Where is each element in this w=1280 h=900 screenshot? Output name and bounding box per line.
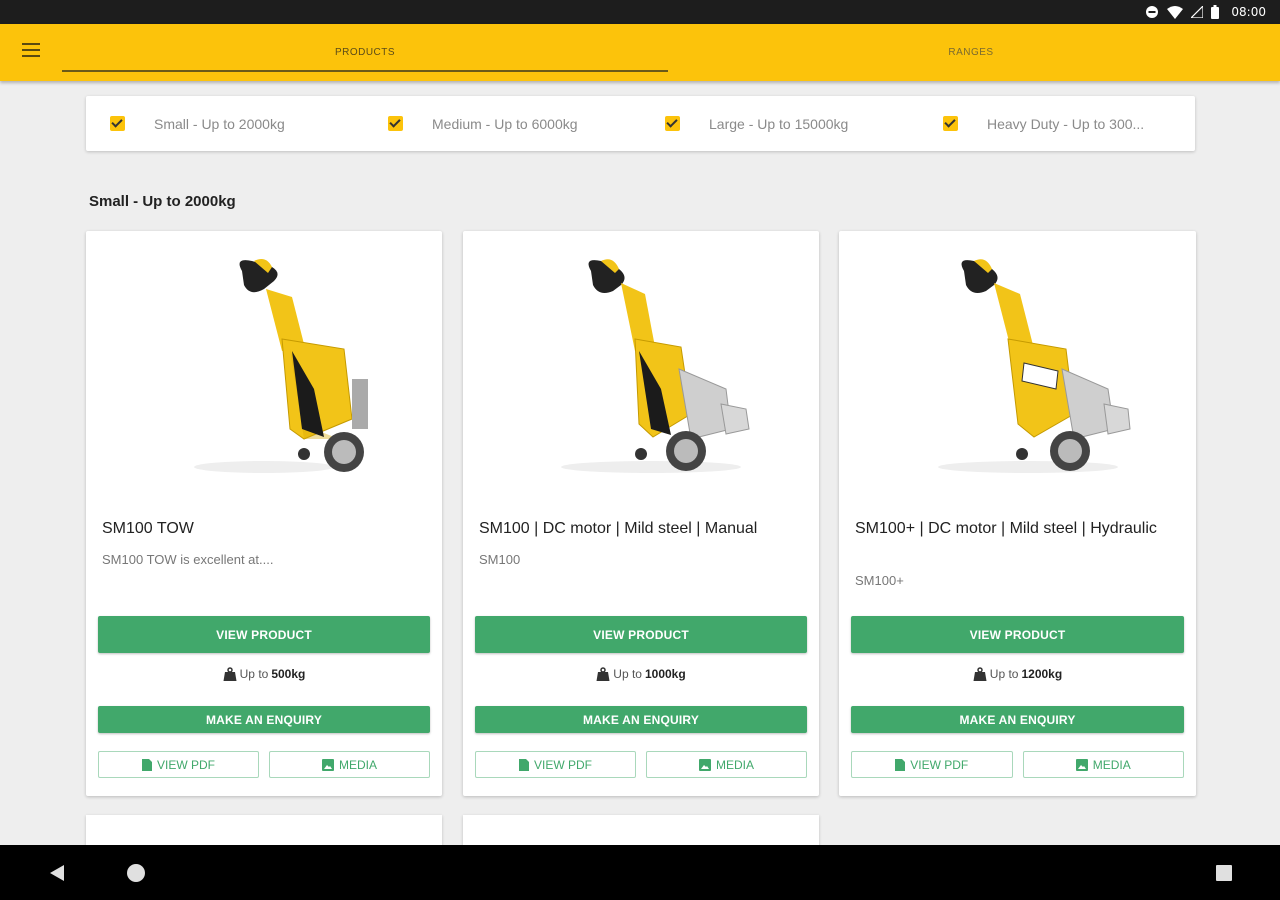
media-label: MEDIA — [715, 757, 754, 772]
range-filter-bar: Small - Up to 2000kg Medium - Up to 6000… — [86, 96, 1195, 151]
battery-icon — [1211, 5, 1220, 19]
checkbox-medium[interactable] — [388, 116, 403, 131]
tab-indicator — [62, 70, 668, 72]
view-pdf-label: VIEW PDF — [533, 757, 592, 772]
secondary-actions: VIEW PDF MEDIA — [475, 751, 807, 778]
product-card: SM100 | DC motor | Mild steel | Manual S… — [463, 231, 819, 796]
document-icon — [518, 758, 529, 771]
back-icon[interactable] — [48, 864, 66, 882]
filter-heavy-duty[interactable]: Heavy Duty - Up to 300... — [943, 96, 1177, 151]
capacity-info: Up to 500kg — [86, 667, 442, 681]
home-icon[interactable] — [127, 864, 145, 882]
product-image — [86, 239, 442, 489]
weight-icon — [223, 667, 237, 681]
signal-icon — [1191, 6, 1204, 18]
product-description: SM100+ — [855, 573, 904, 588]
wifi-icon — [1167, 5, 1184, 19]
image-icon — [321, 758, 334, 771]
product-image — [463, 239, 819, 489]
view-pdf-button[interactable]: VIEW PDF — [98, 751, 259, 778]
product-image — [839, 239, 1196, 489]
document-icon — [141, 758, 152, 771]
view-pdf-label: VIEW PDF — [156, 757, 215, 772]
product-name: SM100+ | DC motor | Mild steel | Hydraul… — [855, 520, 1157, 537]
product-card: SM100 TOW SM100 TOW is excellent at.... … — [86, 231, 442, 796]
make-enquiry-button[interactable]: MAKE AN ENQUIRY — [475, 706, 807, 733]
section-title: Small - Up to 2000kg — [89, 193, 236, 210]
view-product-button[interactable]: VIEW PRODUCT — [98, 616, 430, 653]
filter-medium[interactable]: Medium - Up to 6000kg — [388, 96, 578, 151]
status-time: 08:00 — [1231, 5, 1266, 19]
status-bar: 08:00 — [0, 0, 1280, 24]
make-enquiry-button[interactable]: MAKE AN ENQUIRY — [851, 706, 1184, 733]
product-card: SM100+ | DC motor | Mild steel | Hydraul… — [839, 231, 1196, 796]
recent-apps-icon[interactable] — [1216, 865, 1232, 881]
make-enquiry-button[interactable]: MAKE AN ENQUIRY — [98, 706, 430, 733]
checkbox-large[interactable] — [665, 116, 680, 131]
app-bar: PRODUCTS RANGES — [0, 24, 1280, 81]
product-description: SM100 TOW is excellent at.... — [102, 552, 274, 567]
media-button[interactable]: MEDIA — [1022, 751, 1184, 778]
document-icon — [895, 758, 906, 771]
media-label: MEDIA — [338, 757, 377, 772]
tab-ranges[interactable]: RANGES — [668, 24, 1274, 81]
weight-icon — [596, 667, 610, 681]
menu-icon[interactable] — [22, 43, 42, 59]
capacity-info: Up to 1200kg — [839, 667, 1196, 681]
filter-label: Large - Up to 15000kg — [709, 115, 849, 132]
tab-products[interactable]: PRODUCTS — [62, 24, 668, 81]
view-pdf-button[interactable]: VIEW PDF — [851, 751, 1013, 778]
capacity-value: 1000kg — [644, 667, 686, 681]
media-button[interactable]: MEDIA — [269, 751, 430, 778]
secondary-actions: VIEW PDF MEDIA — [851, 751, 1184, 778]
filter-small[interactable]: Small - Up to 2000kg — [110, 96, 285, 151]
view-product-button[interactable]: VIEW PRODUCT — [475, 616, 807, 653]
capacity-value: 1200kg — [1021, 667, 1063, 681]
capacity-prefix: Up to — [239, 667, 269, 681]
view-product-button[interactable]: VIEW PRODUCT — [851, 616, 1184, 653]
do-not-disturb-icon — [1146, 6, 1159, 18]
system-nav-bar — [0, 845, 1280, 900]
capacity-prefix: Up to — [989, 667, 1019, 681]
image-icon — [698, 758, 711, 771]
image-icon — [1075, 758, 1088, 771]
secondary-actions: VIEW PDF MEDIA — [98, 751, 430, 778]
product-description: SM100 — [479, 552, 521, 567]
checkbox-small[interactable] — [110, 116, 125, 131]
filter-large[interactable]: Large - Up to 15000kg — [665, 96, 848, 151]
filter-label: Heavy Duty - Up to 300... — [987, 115, 1145, 132]
capacity-prefix: Up to — [613, 667, 642, 681]
view-pdf-label: VIEW PDF — [910, 757, 969, 772]
capacity-info: Up to 1000kg — [463, 667, 819, 681]
view-pdf-button[interactable]: VIEW PDF — [475, 751, 636, 778]
checkbox-heavy-duty[interactable] — [943, 116, 958, 131]
media-button[interactable]: MEDIA — [646, 751, 807, 778]
weight-icon — [973, 667, 987, 681]
filter-label: Medium - Up to 6000kg — [432, 115, 578, 132]
product-name: SM100 TOW — [102, 520, 194, 537]
capacity-value: 500kg — [271, 667, 306, 681]
product-name: SM100 | DC motor | Mild steel | Manual — [479, 520, 758, 537]
media-label: MEDIA — [1092, 757, 1131, 772]
filter-label: Small - Up to 2000kg — [154, 115, 285, 132]
